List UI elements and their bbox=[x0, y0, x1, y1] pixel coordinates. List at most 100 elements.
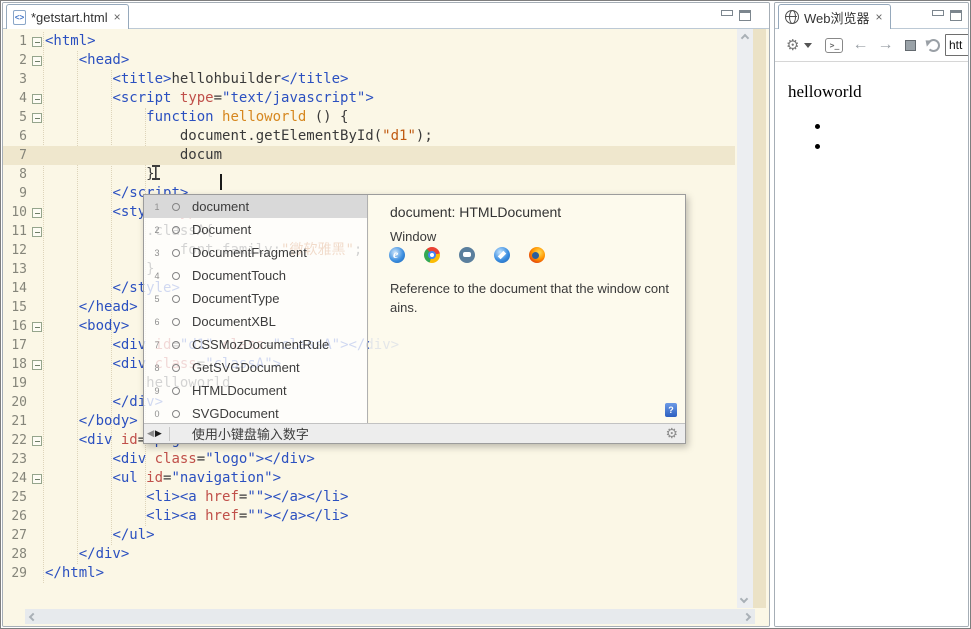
fold-marker-icon[interactable] bbox=[29, 355, 45, 374]
fold-marker-icon[interactable] bbox=[29, 203, 45, 222]
line-number: 23 bbox=[3, 450, 29, 469]
completion-item[interactable]: 9HTMLDocument bbox=[144, 379, 367, 402]
line-number: 14 bbox=[3, 279, 29, 298]
refresh-icon[interactable] bbox=[927, 39, 940, 52]
code-editor[interactable]: 1<html>2<head>3<title>hellohbuilder</tit… bbox=[3, 29, 769, 626]
console-icon[interactable]: >_ bbox=[825, 38, 843, 53]
completion-key: 5 bbox=[150, 294, 164, 304]
dropdown-caret-icon[interactable] bbox=[804, 43, 812, 48]
code-line[interactable]: 3<title>hellohbuilder</title> bbox=[3, 70, 735, 89]
settings-gear-icon[interactable]: ⚙ bbox=[786, 38, 799, 53]
tooltip-description: Reference to the document that the windo… bbox=[390, 279, 672, 317]
minimize-icon[interactable] bbox=[932, 10, 943, 19]
code-line[interactable]: 4<script type="text/javascript"> bbox=[3, 89, 735, 108]
scroll-down-icon[interactable] bbox=[740, 595, 748, 603]
completion-item[interactable]: 3DocumentFragment bbox=[144, 241, 367, 264]
code-line[interactable]: 1<html> bbox=[3, 32, 735, 51]
completion-item[interactable]: 1 document bbox=[144, 195, 367, 218]
url-input[interactable] bbox=[945, 34, 969, 56]
fold-spacer bbox=[29, 298, 45, 317]
code-text: <li><a href=""></a></li> bbox=[45, 488, 735, 507]
html-file-icon: <> bbox=[13, 10, 26, 25]
minimize-icon[interactable] bbox=[721, 10, 732, 19]
forward-icon[interactable]: → bbox=[877, 36, 893, 54]
browser-viewport[interactable]: helloworld bbox=[775, 62, 968, 626]
stop-icon[interactable] bbox=[905, 40, 916, 51]
code-line[interactable]: 28</div> bbox=[3, 545, 735, 564]
completion-key: 9 bbox=[150, 386, 164, 396]
completion-label: document bbox=[192, 199, 249, 214]
completion-key: 7 bbox=[150, 340, 164, 350]
code-line[interactable]: 29</html> bbox=[3, 564, 735, 583]
line-number: 16 bbox=[3, 317, 29, 336]
code-text: <head> bbox=[45, 51, 735, 70]
page-arrows[interactable]: ◀▶ bbox=[147, 428, 163, 439]
list-bullet bbox=[815, 124, 820, 129]
line-number: 9 bbox=[3, 184, 29, 203]
completion-list[interactable]: 1 document 2Document3DocumentFragment4Docu… bbox=[144, 195, 368, 423]
numpad-hint: 使用小键盘输入数字 bbox=[192, 424, 309, 443]
line-number: 22 bbox=[3, 431, 29, 450]
variable-icon bbox=[172, 410, 180, 418]
completion-item[interactable]: 8GetSVGDocument bbox=[144, 356, 367, 379]
code-line[interactable]: 23<div class="logo"></div> bbox=[3, 450, 735, 469]
fold-marker-icon[interactable] bbox=[29, 469, 45, 488]
fold-marker-icon[interactable] bbox=[29, 317, 45, 336]
code-line[interactable]: 27</ul> bbox=[3, 526, 735, 545]
completion-key: 1 bbox=[150, 202, 164, 212]
browser-tabbar: Web浏览器 × bbox=[775, 3, 968, 29]
close-icon[interactable]: × bbox=[114, 11, 121, 23]
completion-item[interactable]: 6DocumentXBL bbox=[144, 310, 367, 333]
fold-spacer bbox=[29, 393, 45, 412]
editor-tab-title: *getstart.html bbox=[31, 10, 108, 25]
fold-spacer bbox=[29, 336, 45, 355]
line-number: 27 bbox=[3, 526, 29, 545]
fold-marker-icon[interactable] bbox=[29, 108, 45, 127]
gear-icon[interactable]: ⚙ bbox=[665, 426, 678, 440]
scroll-left-icon[interactable] bbox=[29, 612, 37, 620]
fold-marker-icon[interactable] bbox=[29, 89, 45, 108]
completion-item[interactable]: 5DocumentType bbox=[144, 287, 367, 310]
variable-icon bbox=[172, 295, 180, 303]
list-bullet bbox=[815, 144, 820, 149]
page-text: helloworld bbox=[788, 82, 862, 102]
code-line[interactable]: 26<li><a href=""></a></li> bbox=[3, 507, 735, 526]
line-number: 12 bbox=[3, 241, 29, 260]
editor-tab-getstart[interactable]: <> *getstart.html × bbox=[6, 4, 129, 29]
variable-icon bbox=[172, 341, 180, 349]
maximize-icon[interactable] bbox=[950, 10, 962, 21]
browser-tab[interactable]: Web浏览器 × bbox=[778, 4, 891, 29]
vertical-scrollbar[interactable] bbox=[737, 29, 753, 608]
completion-item[interactable]: 4DocumentTouch bbox=[144, 264, 367, 287]
code-line[interactable]: 8} bbox=[3, 165, 735, 184]
fold-marker-icon[interactable] bbox=[29, 222, 45, 241]
browser-tab-title: Web浏览器 bbox=[804, 8, 870, 27]
help-icon[interactable]: ? bbox=[665, 403, 677, 417]
code-line[interactable]: 5function helloworld () { bbox=[3, 108, 735, 127]
horizontal-scrollbar[interactable] bbox=[25, 609, 755, 624]
completion-item[interactable]: 7CSSMozDocumentRule bbox=[144, 333, 367, 356]
fold-marker-icon[interactable] bbox=[29, 32, 45, 51]
close-icon[interactable]: × bbox=[876, 11, 883, 23]
scroll-right-icon[interactable] bbox=[743, 612, 751, 620]
code-line[interactable]: 7docum bbox=[3, 146, 735, 165]
completion-label: GetSVGDocument bbox=[192, 360, 300, 375]
fold-marker-icon[interactable] bbox=[29, 431, 45, 450]
code-line[interactable]: 24<ul id="navigation"> bbox=[3, 469, 735, 488]
scroll-up-icon[interactable] bbox=[741, 34, 749, 42]
fold-spacer bbox=[29, 146, 45, 165]
code-line[interactable]: 2<head> bbox=[3, 51, 735, 70]
code-line[interactable]: 6document.getElementById("d1"); bbox=[3, 127, 735, 146]
code-text: <li><a href=""></a></li> bbox=[45, 507, 735, 526]
maximize-icon[interactable] bbox=[739, 10, 751, 21]
completion-item[interactable]: 2Document bbox=[144, 218, 367, 241]
code-line[interactable]: 25<li><a href=""></a></li> bbox=[3, 488, 735, 507]
completion-key: 3 bbox=[150, 248, 164, 258]
line-number: 24 bbox=[3, 469, 29, 488]
line-number: 15 bbox=[3, 298, 29, 317]
fold-marker-icon[interactable] bbox=[29, 51, 45, 70]
back-icon[interactable]: ← bbox=[852, 36, 868, 54]
fold-spacer bbox=[29, 488, 45, 507]
completion-key: 2 bbox=[150, 225, 164, 235]
completion-item[interactable]: 0SVGDocument bbox=[144, 402, 367, 423]
